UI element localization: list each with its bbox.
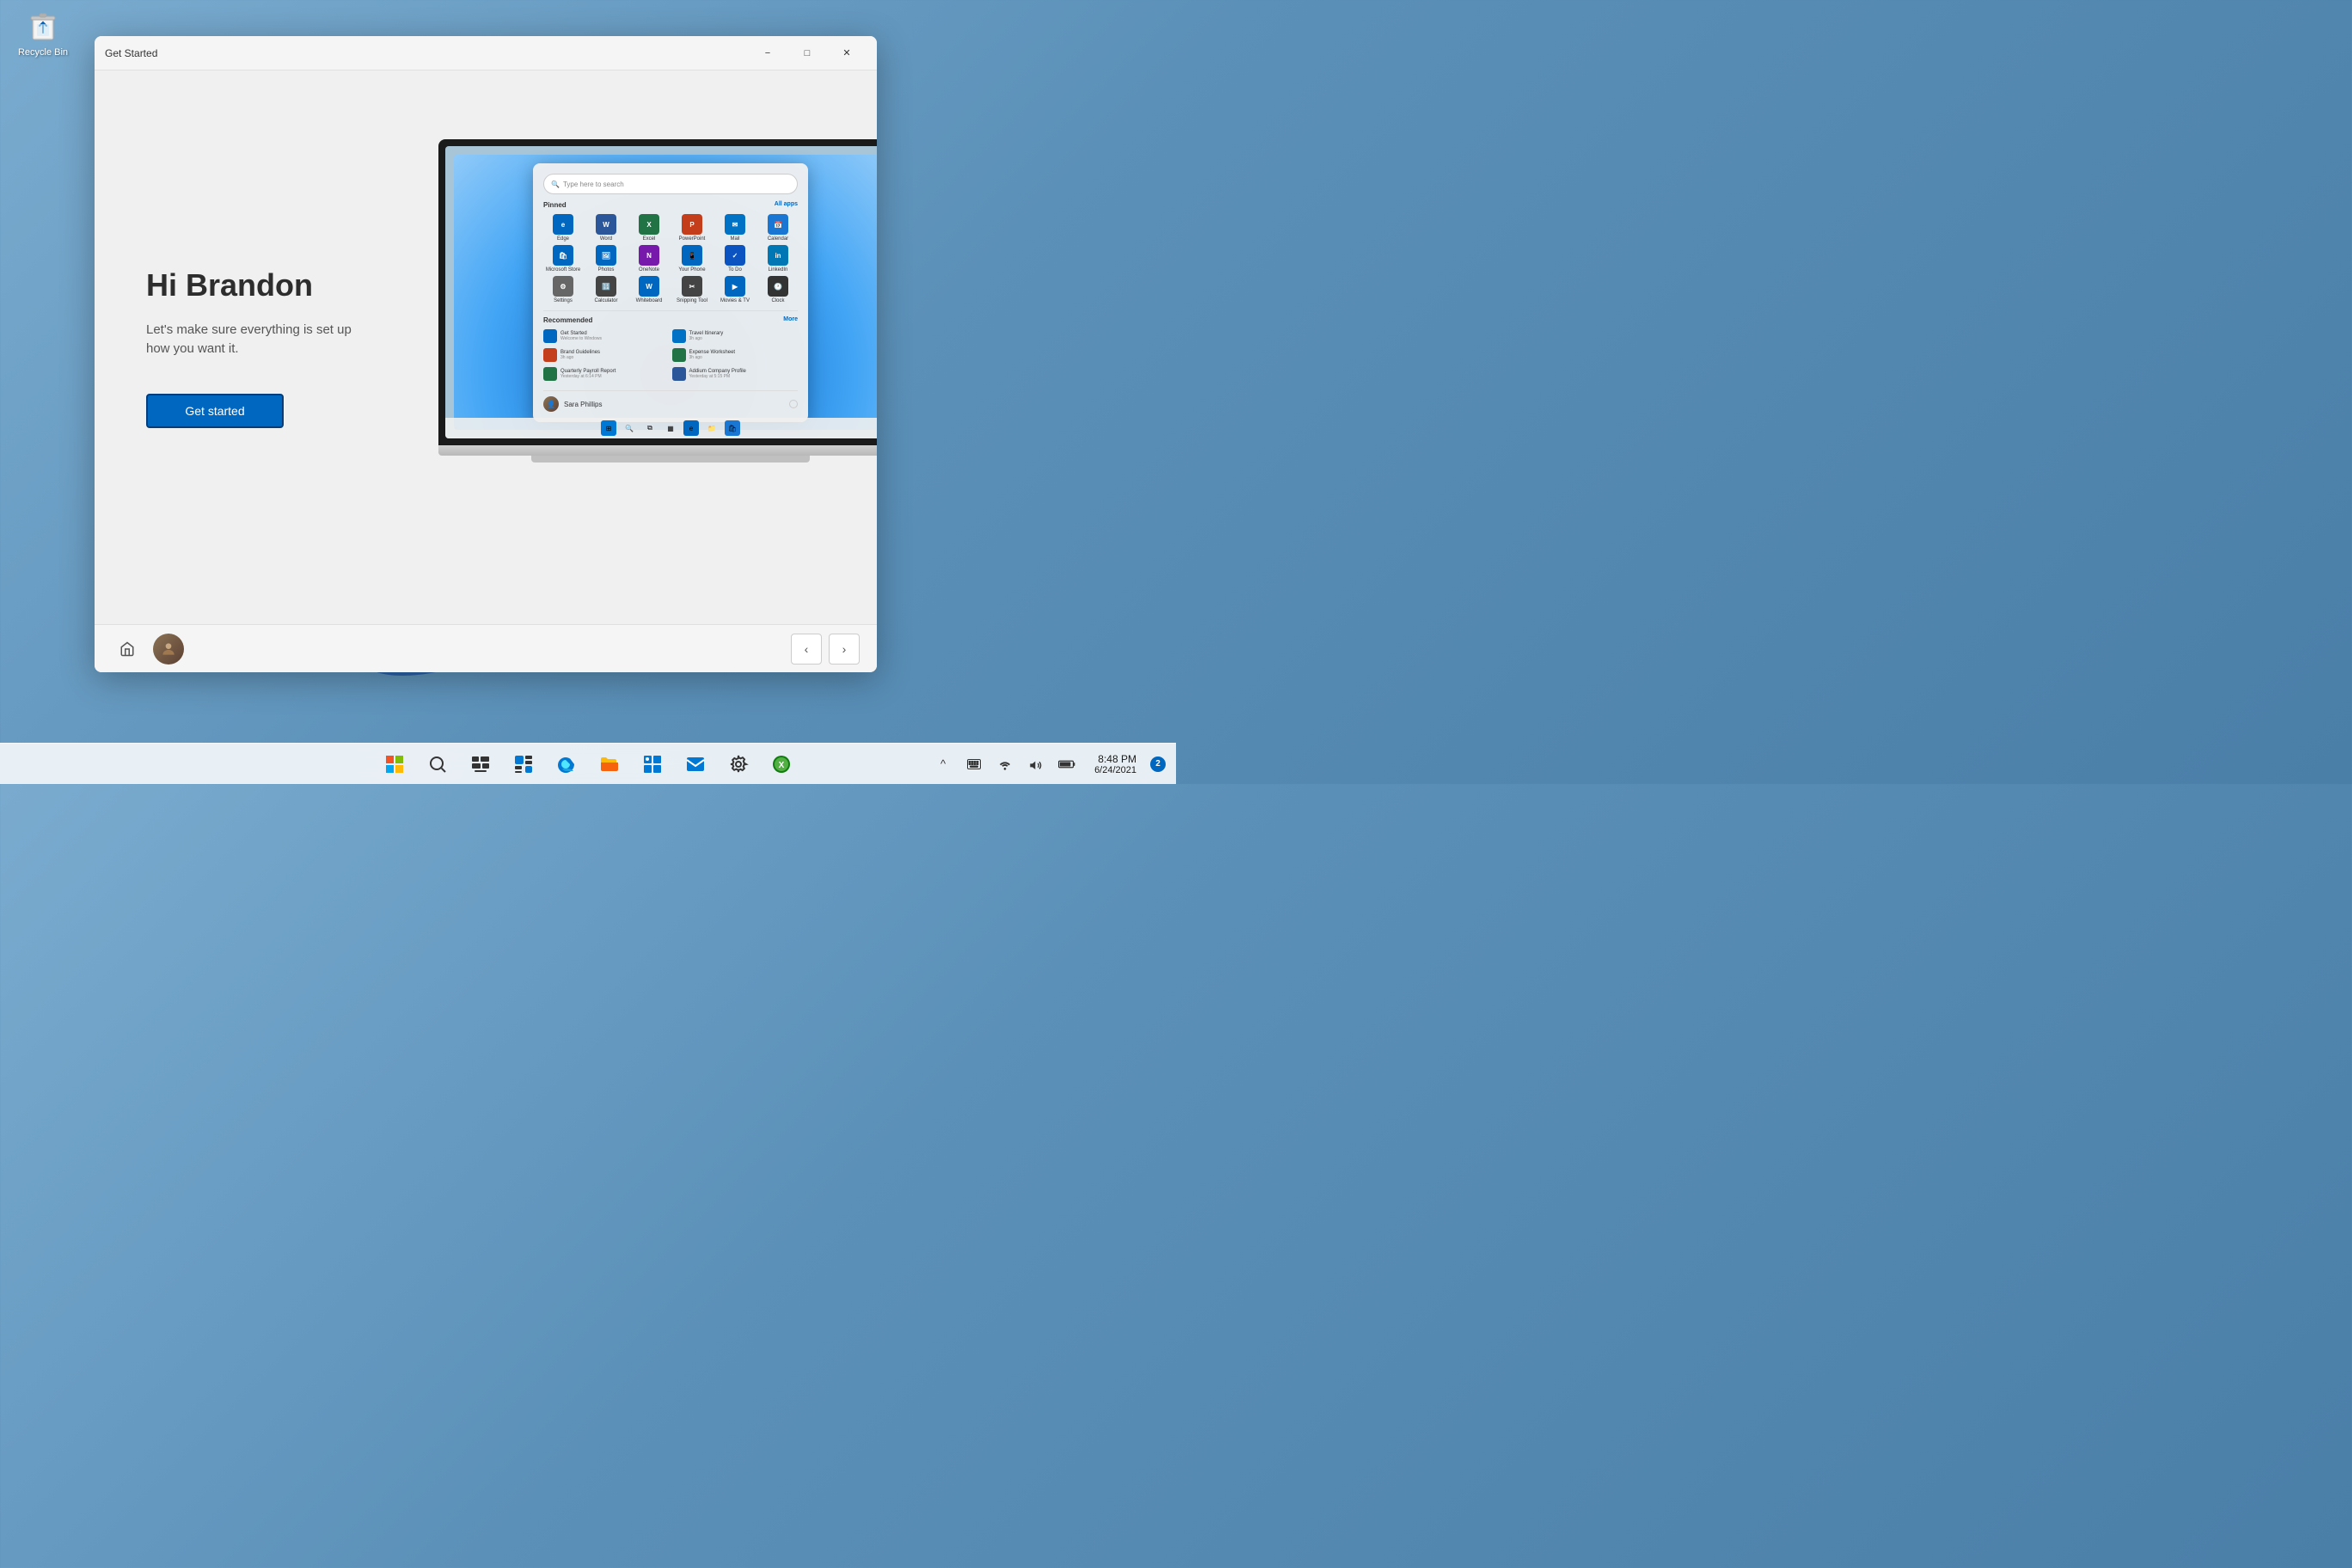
pinned-section-header: Pinned All apps <box>543 201 798 209</box>
tray-chevron[interactable]: ^ <box>929 750 957 778</box>
laptop-tb-widgets: ▦ <box>663 420 678 436</box>
pinned-apps-grid: e Edge W Word X Excel <box>543 214 798 303</box>
laptop-mockup: 🔍 Type here to search Pinned All apps e <box>438 139 877 462</box>
title-bar: Get Started − □ ✕ <box>95 36 877 70</box>
widgets-button[interactable] <box>505 745 542 783</box>
app-mail: ✉ Mail <box>715 214 755 242</box>
app-calendar: 📅 Calendar <box>758 214 798 242</box>
task-view-button[interactable] <box>462 745 499 783</box>
rec-item-travel: Travel Itinerary 3h ago <box>672 329 799 343</box>
app-settings: ⚙ Settings <box>543 276 583 303</box>
back-button[interactable]: ‹ <box>791 634 822 665</box>
volume-icon[interactable] <box>1022 750 1050 778</box>
edge-button[interactable] <box>548 745 585 783</box>
rec-item-payroll: Quarterly Payroll Report Yesterday at 6:… <box>543 367 670 381</box>
left-panel: Hi Brandon Let's make sure everything is… <box>95 70 430 624</box>
app-photos: 🖼 Photos <box>586 245 626 273</box>
rec-item-addium: Addium Company Profile Yesterday at 5:15… <box>672 367 799 381</box>
start-button[interactable] <box>376 745 413 783</box>
window-bottom-bar: ‹ › <box>95 624 877 672</box>
home-button[interactable] <box>112 634 143 665</box>
app-todo: ✓ To Do <box>715 245 755 273</box>
recycle-bin-image <box>26 9 60 43</box>
bottom-right-nav: ‹ › <box>791 634 860 665</box>
notification-badge[interactable]: 2 <box>1150 756 1166 772</box>
start-menu-popup: 🔍 Type here to search Pinned All apps e <box>533 163 808 422</box>
explorer-button[interactable] <box>591 745 628 783</box>
app-excel: X Excel <box>629 214 669 242</box>
sys-tray-icons: ^ <box>929 750 1081 778</box>
window-content: Hi Brandon Let's make sure everything is… <box>95 70 877 624</box>
laptop-screen-outer: 🔍 Type here to search Pinned All apps e <box>438 139 877 445</box>
app-ppt: P PowerPoint <box>672 214 712 242</box>
taskbar: X ^ <box>0 743 1176 784</box>
taskbar-center-icons: X <box>376 745 800 783</box>
window-title: Get Started <box>105 47 157 59</box>
app-word: W Word <box>586 214 626 242</box>
clock-time: 8:48 PM <box>1094 753 1136 765</box>
window-controls: − □ ✕ <box>748 40 867 67</box>
forward-button[interactable]: › <box>829 634 860 665</box>
app-onenote: N OneNote <box>629 245 669 273</box>
settings-button[interactable] <box>720 745 757 783</box>
rec-item-expense: Expense Worksheet 3h ago <box>672 348 799 362</box>
user-avatar[interactable] <box>153 634 184 665</box>
get-started-button[interactable]: Get started <box>146 394 284 428</box>
start-search-bar: 🔍 Type here to search <box>543 174 798 194</box>
app-sniptool: ✂ Snipping Tool <box>672 276 712 303</box>
get-started-window: Get Started − □ ✕ Hi Brandon Let's make … <box>95 36 877 672</box>
laptop-tb-store: 🛍 <box>725 420 740 436</box>
rec-item-getstartd: Get Started Welcome to Windows <box>543 329 670 343</box>
laptop-tb-taskview: ⧉ <box>642 420 658 436</box>
laptop-stand <box>531 456 810 462</box>
laptop-tb-edge: e <box>683 420 699 436</box>
recycle-bin-label: Recycle Bin <box>9 46 77 58</box>
xboxbar-button[interactable]: X <box>763 745 800 783</box>
recycle-bin-icon[interactable]: Recycle Bin <box>9 9 77 58</box>
mail-button[interactable] <box>677 745 714 783</box>
laptop-tb-explorer: 📁 <box>704 420 720 436</box>
clock-date: 6/24/2021 <box>1094 765 1136 775</box>
store-button[interactable] <box>634 745 671 783</box>
user-row: 👤 Sara Phillips <box>543 390 798 412</box>
battery-icon[interactable] <box>1053 750 1081 778</box>
laptop-taskbar: ⊞ 🔍 ⧉ ▦ e 📁 🛍 <box>445 418 877 438</box>
subtitle-text: Let's make sure everything is set up how… <box>146 321 378 359</box>
app-edge: e Edge <box>543 214 583 242</box>
app-whiteboard: W Whiteboard <box>629 276 669 303</box>
rec-item-brand: Brand Guidelines 3h ago <box>543 348 670 362</box>
search-button[interactable] <box>419 745 456 783</box>
minimize-button[interactable]: − <box>748 40 787 67</box>
recommended-section: Recommended More Get Started Welcome to … <box>543 310 798 383</box>
right-panel: 🔍 Type here to search Pinned All apps e <box>430 70 877 624</box>
app-linkedin: in LinkedIn <box>758 245 798 273</box>
greeting-text: Hi Brandon <box>146 267 378 303</box>
system-tray: ^ <box>929 750 1166 779</box>
laptop-tb-start: ⊞ <box>601 420 616 436</box>
laptop-base <box>438 445 877 456</box>
app-clock: 🕐 Clock <box>758 276 798 303</box>
bottom-left-nav <box>112 634 184 665</box>
close-button[interactable]: ✕ <box>827 40 867 67</box>
clock-display[interactable]: 8:48 PM 6/24/2021 <box>1087 750 1143 779</box>
app-store: 🛍 Microsoft Store <box>543 245 583 273</box>
maximize-button[interactable]: □ <box>787 40 827 67</box>
app-movies: ▶ Movies & TV <box>715 276 755 303</box>
svg-text:X: X <box>779 761 785 770</box>
laptop-tb-search: 🔍 <box>622 420 637 436</box>
keyboard-icon[interactable] <box>960 750 988 778</box>
laptop-screen-inner: 🔍 Type here to search Pinned All apps e <box>445 146 877 438</box>
app-phone: 📱 Your Phone <box>672 245 712 273</box>
app-calculator: 🔢 Calculator <box>586 276 626 303</box>
wifi-icon[interactable] <box>991 750 1019 778</box>
recommended-header: Recommended More <box>543 316 798 324</box>
